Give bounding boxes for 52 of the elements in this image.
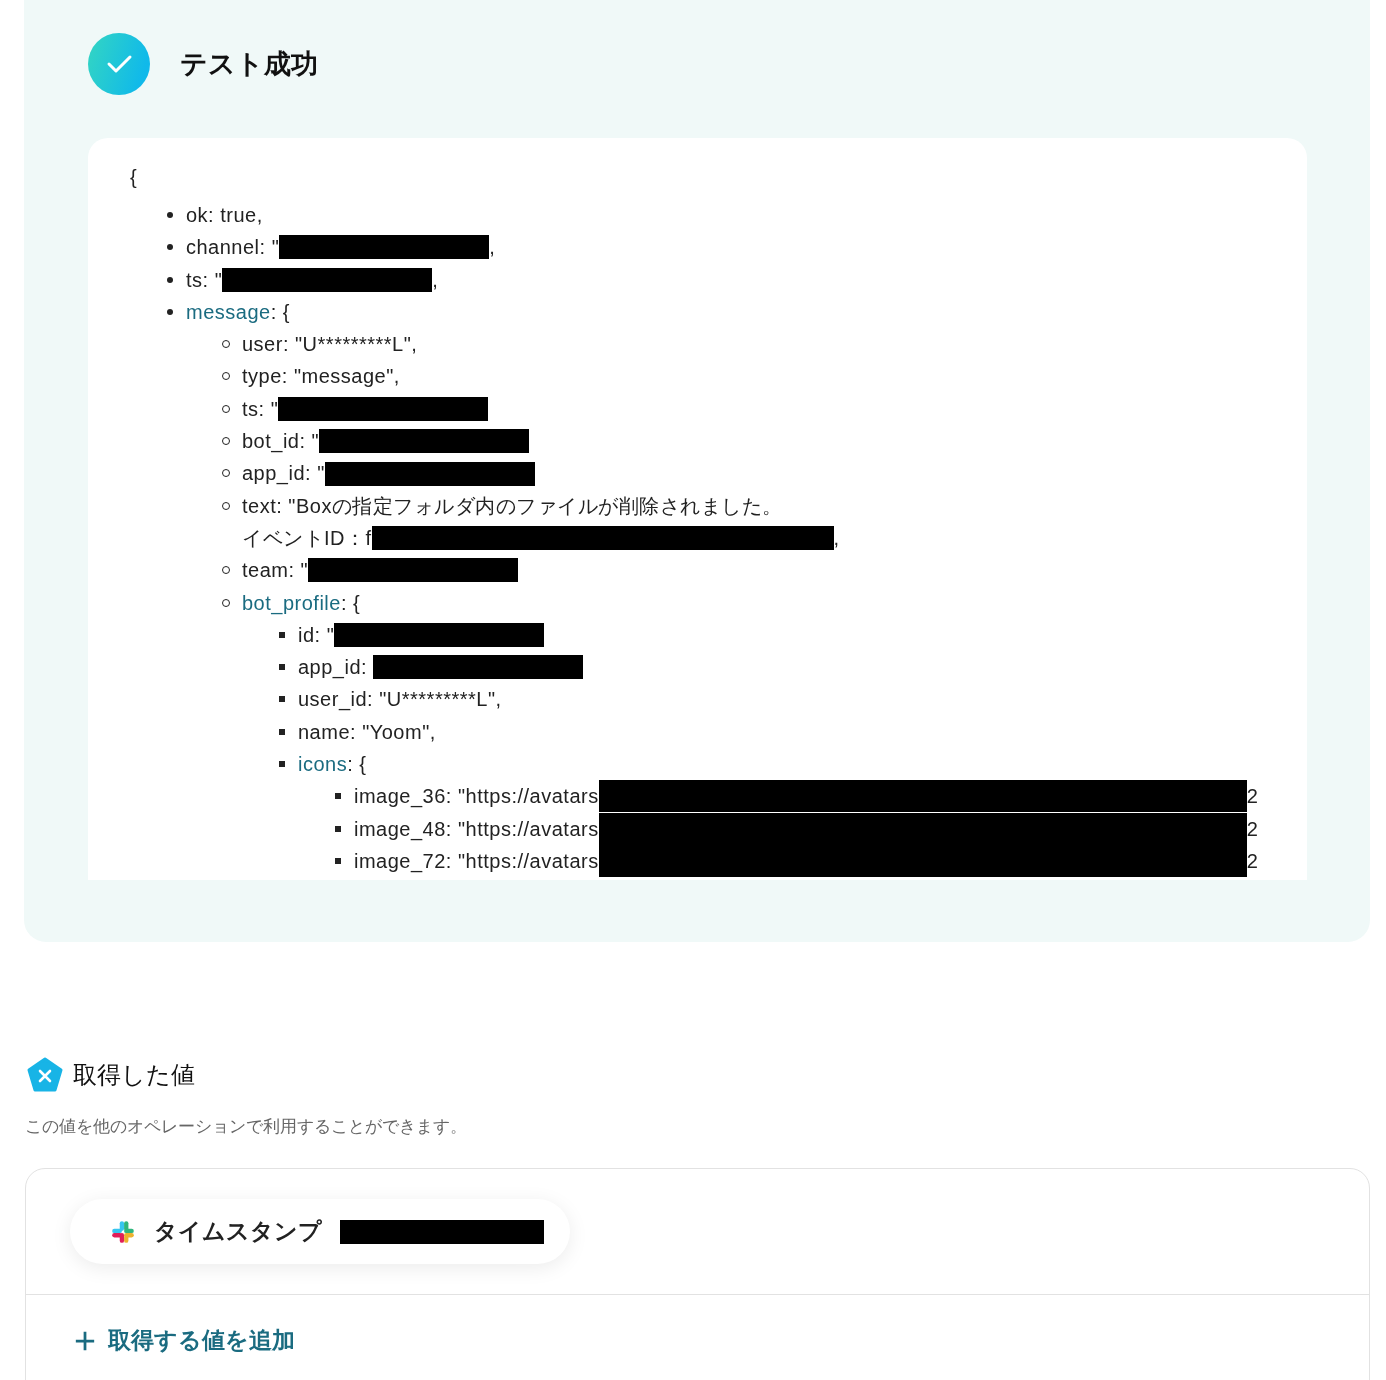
bullet-icon <box>167 244 173 251</box>
code-text: type: "message", <box>242 364 400 390</box>
result-title: テスト成功 <box>180 48 318 81</box>
bullet-icon <box>167 308 173 315</box>
bullet-icon <box>167 276 173 283</box>
code-text: : { <box>340 590 361 616</box>
bullet-icon <box>279 664 285 671</box>
code-text: app_id: " <box>242 461 325 487</box>
bullet-icon <box>335 857 341 864</box>
bullet-icon <box>167 212 173 218</box>
bullet-icon <box>335 825 341 832</box>
code-text: , <box>432 267 439 293</box>
code-text: image_48: "https://avatars <box>354 816 599 843</box>
variable-icon <box>27 1057 63 1093</box>
grid-logo-icon <box>110 1218 136 1245</box>
code-text: 2 <box>1246 784 1259 810</box>
code-text: id: " <box>298 622 335 648</box>
bullet-icon <box>279 728 285 735</box>
code-text: channel: " <box>186 235 280 261</box>
code-text: bot_id: " <box>242 429 320 455</box>
bullet-icon <box>279 631 285 638</box>
code-text: 2 <box>1246 816 1259 842</box>
code-text: ts: " <box>242 396 279 422</box>
object-key-link[interactable]: bot_profile <box>242 586 341 619</box>
code-text: image_72: "https://avatars <box>354 848 599 875</box>
code-text: image_36: "https://avatars <box>354 784 599 810</box>
object-key-link[interactable]: message <box>186 295 271 329</box>
bullet-icon <box>279 696 285 703</box>
code-text: user_id: "U*********L", <box>298 687 502 713</box>
code-text: team: " <box>242 558 309 584</box>
code-text: : { <box>270 299 290 325</box>
code-text: user: "U*********L", <box>242 332 418 358</box>
code-text: name: "Yoom", <box>298 719 436 745</box>
section-description: この値を他のオペレーションで利用することができます。 <box>25 1116 468 1138</box>
value-chip[interactable]: タイムスタンプ <box>70 1199 570 1264</box>
section-title: 取得した値 <box>73 1060 195 1090</box>
object-key-link[interactable]: icons <box>298 748 348 781</box>
code-text: { <box>130 166 138 188</box>
code-text: : { <box>347 752 367 778</box>
code-text: 2 <box>1246 848 1259 874</box>
code-text: イベントID：f <box>242 525 372 551</box>
code-text: text: "Boxの指定フォルダ内のファイルが削除されました。 <box>242 493 783 519</box>
bullet-icon <box>279 761 285 768</box>
code-text: ok: true, <box>186 203 263 228</box>
add-value-button[interactable]: 取得する値を追加 <box>74 1325 295 1356</box>
bullet-icon <box>335 793 341 800</box>
check-icon <box>88 33 150 95</box>
code-text: ts: " <box>186 267 223 293</box>
code-text: app_id: <box>298 655 369 681</box>
code-text: , <box>833 525 840 551</box>
plus-icon <box>74 1329 96 1352</box>
code-text: , <box>489 235 496 261</box>
